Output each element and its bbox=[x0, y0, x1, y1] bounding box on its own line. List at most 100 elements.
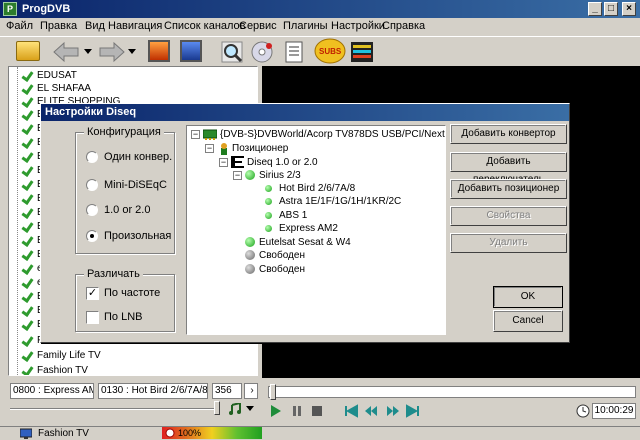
satellite-active-icon bbox=[245, 237, 255, 247]
add-converter-button[interactable]: Добавить конвертор bbox=[450, 124, 567, 144]
tree-diseq-label[interactable]: Diseq 1.0 or 2.0 bbox=[247, 156, 318, 169]
menu-view[interactable]: Вид bbox=[85, 20, 105, 32]
list-item[interactable]: EDUSAT bbox=[37, 69, 77, 82]
list-item[interactable]: EL SHAFAA bbox=[37, 82, 91, 95]
radio-single-converter[interactable] bbox=[86, 151, 98, 163]
menu-file[interactable]: Файл bbox=[6, 20, 33, 32]
teletext-icon[interactable] bbox=[350, 40, 374, 64]
tree-satellite-label[interactable]: Express AM2 bbox=[279, 222, 338, 235]
tree-free-label[interactable]: Свободен bbox=[259, 263, 305, 276]
seek-handle[interactable] bbox=[270, 384, 276, 400]
by-frequency-checkbox[interactable]: ✓ bbox=[86, 287, 99, 300]
tv-icon bbox=[20, 428, 32, 439]
ok-button[interactable]: OK bbox=[493, 286, 563, 308]
checkbox-label: По LNB bbox=[104, 311, 143, 323]
monitor-blue-icon[interactable] bbox=[180, 40, 202, 62]
radio-custom[interactable] bbox=[86, 230, 98, 242]
close-button[interactable]: × bbox=[622, 2, 636, 16]
tree-satellite-label[interactable]: Hot Bird 2/6/7A/8 bbox=[279, 182, 355, 195]
add-positioner-button[interactable]: Добавить позиционер bbox=[450, 179, 567, 199]
tree-line bbox=[17, 67, 18, 375]
delete-button[interactable]: Удалить bbox=[450, 233, 567, 253]
radio-mini-diseqc[interactable] bbox=[86, 179, 98, 191]
radio-label: Один конвер. bbox=[104, 151, 173, 163]
satellite-small-icon bbox=[265, 212, 272, 219]
menu-channel-list[interactable]: Список каналов bbox=[164, 20, 246, 32]
radio-diseqc-1-2[interactable] bbox=[86, 204, 98, 216]
collapse-icon[interactable]: − bbox=[219, 158, 228, 167]
menu-navigation[interactable]: Навигация bbox=[108, 20, 162, 32]
volume-track[interactable] bbox=[10, 408, 220, 410]
satellite-inactive-icon bbox=[245, 264, 255, 274]
collapse-icon[interactable]: − bbox=[233, 171, 242, 180]
volume-handle[interactable] bbox=[214, 401, 220, 415]
check-icon bbox=[23, 365, 33, 375]
list-item[interactable]: Fashion TV bbox=[37, 364, 88, 375]
signal-meter: 100% bbox=[162, 427, 262, 439]
list-item[interactable]: Family Life TV bbox=[37, 349, 101, 362]
monitor-orange-icon[interactable] bbox=[148, 40, 170, 62]
document-icon[interactable] bbox=[282, 40, 306, 64]
menu-plugins[interactable]: Плагины bbox=[283, 20, 328, 32]
stop-icon[interactable] bbox=[310, 404, 324, 418]
app-icon: P bbox=[3, 2, 17, 16]
title-bar: P ProgDVB _ □ × bbox=[0, 0, 640, 18]
satellite-small-icon bbox=[265, 185, 272, 192]
check-icon bbox=[23, 70, 33, 80]
by-lnb-checkbox[interactable] bbox=[86, 311, 99, 324]
collapse-icon[interactable]: − bbox=[205, 144, 214, 153]
disc-icon[interactable] bbox=[250, 40, 274, 64]
forward-arrow-icon[interactable] bbox=[96, 41, 126, 63]
tree-sirius-label[interactable]: Sirius 2/3 bbox=[259, 169, 301, 182]
clock-icon bbox=[576, 404, 590, 418]
seek-bar[interactable] bbox=[268, 386, 636, 398]
magnifier-icon[interactable] bbox=[220, 40, 244, 64]
check-icon bbox=[23, 235, 33, 245]
menu-edit[interactable]: Правка bbox=[40, 20, 77, 32]
check-icon bbox=[23, 335, 33, 345]
check-icon bbox=[23, 249, 33, 259]
back-dropdown-icon[interactable] bbox=[84, 49, 92, 55]
radio-label: Mini-DiSEqC bbox=[104, 179, 167, 191]
minimize-button[interactable]: _ bbox=[588, 2, 602, 16]
maximize-button[interactable]: □ bbox=[604, 2, 618, 16]
check-icon bbox=[23, 319, 33, 329]
rewind-icon[interactable] bbox=[364, 404, 378, 418]
audio-dropdown-icon[interactable] bbox=[246, 406, 254, 412]
forward-dropdown-icon[interactable] bbox=[128, 49, 136, 55]
time-display: 10:00:29 bbox=[592, 403, 636, 419]
check-icon bbox=[23, 263, 33, 273]
diseq-tree[interactable]: − {DVB-S}DVBWorld/Acorp TV878DS USB/PCI/… bbox=[186, 125, 446, 335]
subtitles-icon[interactable]: SUBS bbox=[314, 38, 346, 64]
menu-service[interactable]: Сервис bbox=[239, 20, 277, 32]
pause-icon[interactable] bbox=[290, 404, 304, 418]
check-icon bbox=[23, 137, 33, 147]
properties-button[interactable]: Свойства bbox=[450, 206, 567, 226]
check-icon bbox=[23, 151, 33, 161]
tree-free-label[interactable]: Свободен bbox=[259, 249, 305, 262]
check-icon bbox=[23, 96, 33, 106]
skip-forward-icon[interactable] bbox=[406, 404, 420, 418]
play-icon[interactable] bbox=[268, 404, 282, 418]
menu-settings[interactable]: Настройки bbox=[331, 20, 385, 32]
status-scroll-right[interactable]: › bbox=[244, 383, 258, 399]
menu-help[interactable]: Справка bbox=[382, 20, 425, 32]
distinguish-legend: Различать bbox=[84, 268, 143, 280]
tree-satellite-label[interactable]: ABS 1 bbox=[279, 209, 307, 222]
skip-back-icon[interactable] bbox=[344, 404, 358, 418]
tree-satellite-label[interactable]: Astra 1E/1F/1G/1H/1KR/2C bbox=[279, 195, 401, 208]
fast-forward-icon[interactable] bbox=[386, 404, 400, 418]
switch-icon bbox=[231, 156, 244, 168]
check-icon bbox=[23, 165, 33, 175]
music-note-icon[interactable] bbox=[228, 403, 242, 415]
collapse-icon[interactable]: − bbox=[191, 130, 200, 139]
tree-eutelsat-label[interactable]: Eutelsat Sesat & W4 bbox=[259, 236, 351, 249]
tree-positioner-label[interactable]: Позиционер bbox=[232, 142, 288, 155]
menu-bar: Файл Правка Вид Навигация Список каналов… bbox=[0, 18, 640, 36]
open-folder-icon[interactable] bbox=[16, 41, 40, 61]
tree-root-label[interactable]: {DVB-S}DVBWorld/Acorp TV878DS USB/PCI/Ne… bbox=[220, 128, 445, 141]
cancel-button[interactable]: Cancel bbox=[493, 310, 563, 332]
back-arrow-icon[interactable] bbox=[52, 41, 82, 63]
add-switch-button[interactable]: Добавить переключатель bbox=[450, 152, 567, 185]
diseq-settings-dialog: Настройки Diseq Конфигурация Один конвер… bbox=[40, 103, 570, 343]
